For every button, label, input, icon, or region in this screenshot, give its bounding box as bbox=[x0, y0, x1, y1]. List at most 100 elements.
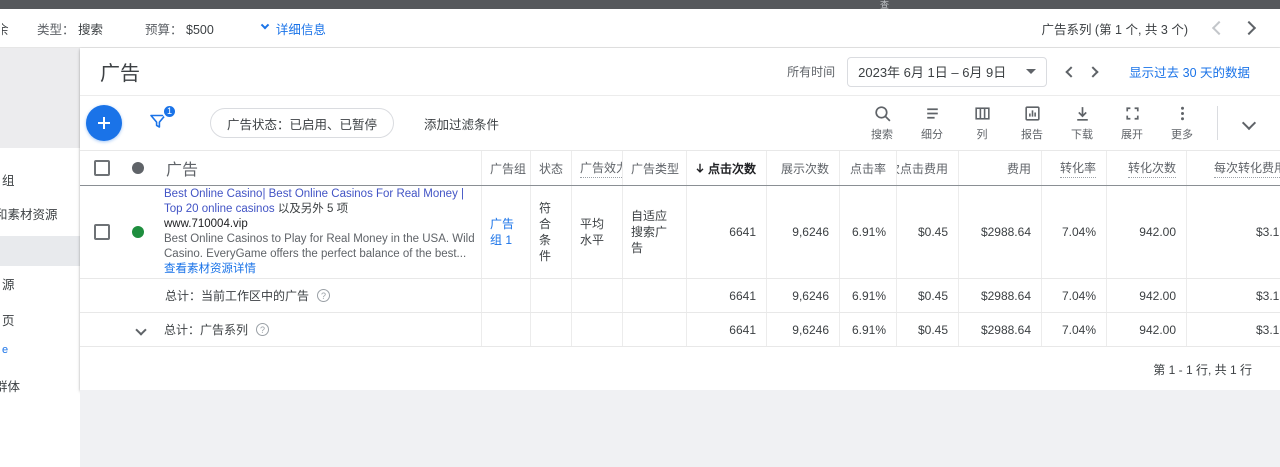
add-button[interactable] bbox=[86, 105, 122, 141]
budget-value[interactable]: $500 bbox=[186, 23, 214, 37]
download-tool-button[interactable]: 下载 bbox=[1057, 104, 1107, 142]
column-ad-group[interactable]: 广告组 bbox=[481, 151, 530, 185]
column-conv-rate[interactable]: 转化率 bbox=[1041, 151, 1106, 185]
sidebar-item-assets[interactable]: 源 bbox=[2, 274, 80, 293]
column-avg-cpc[interactable]: 平均每次点击费用 bbox=[896, 151, 958, 185]
empty-cell bbox=[622, 279, 686, 312]
ad-status-filter-chip[interactable]: 广告状态：已启用、已暂停 bbox=[210, 108, 394, 138]
details-label: 详细信息 bbox=[276, 19, 326, 38]
tool-label: 下载 bbox=[1071, 126, 1093, 142]
segment-icon bbox=[923, 104, 942, 123]
column-ctr[interactable]: 点击率 bbox=[839, 151, 896, 185]
help-icon[interactable]: ? bbox=[256, 323, 269, 336]
column-cost-per-conv[interactable]: 每次转化费用 bbox=[1186, 151, 1280, 185]
segment-tool-button[interactable]: 细分 bbox=[907, 104, 957, 142]
filter-count-badge: 1 bbox=[162, 104, 177, 119]
empty-cell bbox=[481, 279, 530, 312]
next-campaign-icon[interactable] bbox=[1242, 21, 1256, 35]
clipped-glyph: 查 bbox=[880, 1, 889, 9]
sum-cost: $2988.64 bbox=[958, 313, 1041, 346]
expand-tool-button[interactable]: 展开 bbox=[1107, 104, 1157, 142]
type-label: 类型： bbox=[37, 23, 75, 37]
sum-cost: $2988.64 bbox=[958, 279, 1041, 312]
cell-ad-strength: 平均水平 bbox=[571, 186, 622, 278]
columns-icon bbox=[973, 104, 992, 123]
sidebar-item-partial-link[interactable]: e bbox=[2, 344, 80, 356]
status-dot-header-icon bbox=[132, 162, 144, 174]
cell-status: 符合条件 bbox=[530, 186, 571, 278]
column-ad-type[interactable]: 广告类型 bbox=[622, 151, 686, 185]
view-assets-link[interactable]: 查看素材资源详情 bbox=[164, 262, 476, 277]
next-period-icon[interactable] bbox=[1087, 66, 1098, 77]
show-last-30-days-link[interactable]: 显示过去 30 天的数据 bbox=[1129, 62, 1250, 81]
table-header-row: 广告 广告组 状态 广告效力 广告类型 点击次数 展示次数 点击率 平均每次点击… bbox=[80, 150, 1280, 186]
column-ad-strength[interactable]: 广告效力 bbox=[571, 151, 622, 185]
add-filter-button[interactable]: 添加过滤条件 bbox=[424, 114, 499, 133]
top-dark-bar: 查 bbox=[0, 0, 1280, 9]
column-cost[interactable]: 费用 bbox=[958, 151, 1041, 185]
cell-ad-type: 自适应搜索广告 bbox=[622, 186, 686, 278]
tool-label: 更多 bbox=[1171, 126, 1193, 142]
summary-lead: 总计：广告系列 ? bbox=[80, 313, 481, 346]
search-tool-button[interactable]: 搜索 bbox=[857, 104, 907, 142]
sum-cost-per-conv: $3.17 bbox=[1186, 279, 1280, 312]
sum-conv-rate: 7.04% bbox=[1041, 313, 1106, 346]
cell-ctr: 6.91% bbox=[839, 186, 896, 278]
clipped-left-text: 余 bbox=[2, 19, 13, 38]
column-ad[interactable]: 广告 bbox=[166, 156, 198, 180]
tool-label: 报告 bbox=[1021, 126, 1043, 142]
collapse-table-icon[interactable] bbox=[1242, 116, 1256, 130]
plus-icon bbox=[96, 115, 112, 131]
filter-button[interactable]: 1 bbox=[148, 111, 168, 136]
expand-icon bbox=[1123, 104, 1142, 123]
empty-cell bbox=[530, 313, 571, 346]
sidebar-item-landing-pages[interactable]: 页 bbox=[2, 310, 80, 329]
cell-ad-group[interactable]: 广告组 1 bbox=[481, 186, 530, 278]
summary-label: 总计：广告系列 bbox=[164, 321, 248, 338]
sidebar-collapsed-panel bbox=[0, 48, 80, 148]
select-all-checkbox[interactable] bbox=[94, 160, 110, 176]
previous-period-icon[interactable] bbox=[1065, 66, 1076, 77]
help-icon[interactable]: ? bbox=[317, 289, 330, 302]
empty-cell bbox=[530, 279, 571, 312]
more-tool-button[interactable]: 更多 bbox=[1157, 104, 1207, 142]
summary-label: 总计：当前工作区中的广告 bbox=[165, 287, 309, 304]
ad-display-url: www.710004.vip bbox=[164, 217, 476, 232]
page-background bbox=[80, 390, 1280, 467]
sort-descending-icon bbox=[694, 162, 706, 174]
expand-summary-icon[interactable] bbox=[135, 324, 146, 335]
budget-label: 预算： bbox=[145, 23, 183, 37]
tool-label: 搜索 bbox=[871, 126, 893, 142]
column-impressions[interactable]: 展示次数 bbox=[766, 151, 839, 185]
tool-label: 细分 bbox=[921, 126, 943, 142]
column-clicks-sorted[interactable]: 点击次数 bbox=[686, 151, 766, 185]
sum-clicks: 6641 bbox=[686, 279, 766, 312]
empty-cell bbox=[622, 313, 686, 346]
sum-impressions: 9,6246 bbox=[766, 313, 839, 346]
sidebar-item-ad-groups[interactable]: 组 bbox=[2, 170, 80, 189]
date-range-picker[interactable]: 2023年 6月 1日 – 6月 9日 bbox=[847, 57, 1047, 87]
left-nav-sidebar: 组 和素材资源 源 页 e 群体 bbox=[0, 48, 80, 467]
sidebar-selected-item[interactable] bbox=[0, 236, 80, 266]
row-checkbox[interactable] bbox=[94, 224, 110, 240]
empty-cell bbox=[481, 313, 530, 346]
details-toggle[interactable]: 详细信息 bbox=[262, 19, 326, 38]
column-conversions[interactable]: 转化次数 bbox=[1106, 151, 1186, 185]
sidebar-item-audiences[interactable]: 群体 bbox=[0, 376, 75, 395]
table-row-ad: Best Online Casino| Best Online Casinos … bbox=[80, 186, 1280, 279]
ads-table-card: 广告 所有时间 2023年 6月 1日 – 6月 9日 显示过去 30 天的数据 bbox=[80, 48, 1280, 390]
table-header-lead: 广告 bbox=[80, 151, 481, 185]
sidebar-item-ads-assets[interactable]: 和素材资源 bbox=[0, 204, 75, 223]
sum-conversions: 942.00 bbox=[1106, 279, 1186, 312]
column-status[interactable]: 状态 bbox=[530, 151, 571, 185]
google-ads-screen: 查 余 类型： 搜索 预算： $500 详细信息 广告系列 (第 1 个, 共 … bbox=[0, 0, 1280, 467]
cell-conv-rate: 7.04% bbox=[1041, 186, 1106, 278]
ad-title[interactable]: Best Online Casino| Best Online Casinos … bbox=[164, 187, 476, 217]
previous-campaign-icon[interactable] bbox=[1212, 21, 1226, 35]
report-chart-icon bbox=[1023, 104, 1042, 123]
reports-tool-button[interactable]: 报告 bbox=[1007, 104, 1057, 142]
columns-tool-button[interactable]: 列 bbox=[957, 104, 1007, 142]
page-header: 广告 所有时间 2023年 6月 1日 – 6月 9日 显示过去 30 天的数据 bbox=[80, 48, 1280, 95]
sum-ctr: 6.91% bbox=[839, 313, 896, 346]
search-icon bbox=[873, 104, 892, 123]
